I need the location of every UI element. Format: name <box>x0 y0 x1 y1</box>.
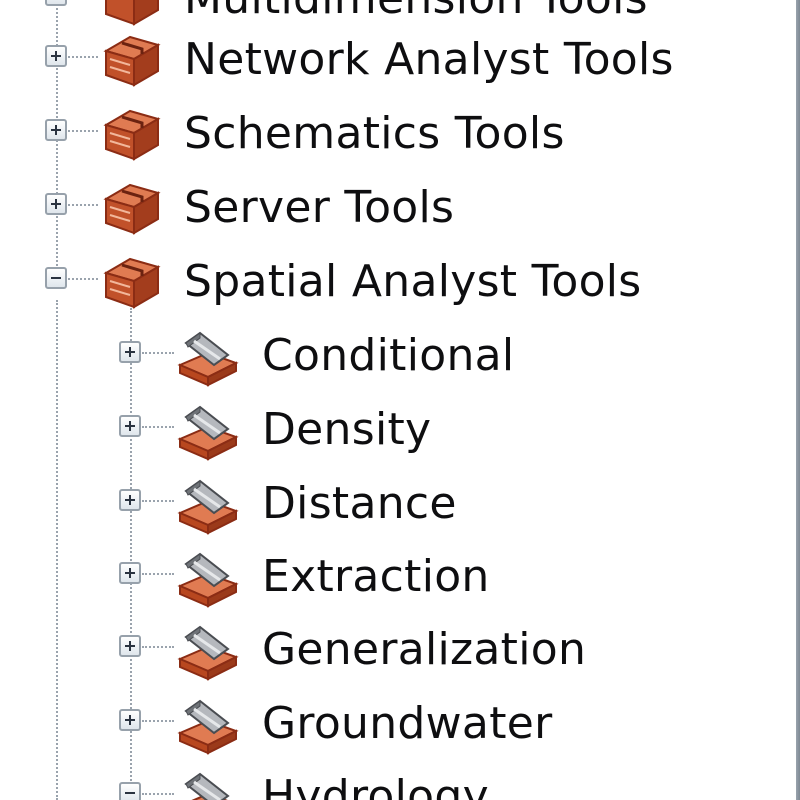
tree-node-label: Generalization <box>262 624 587 675</box>
tree-connector-line <box>68 56 98 58</box>
tree-node-generalization[interactable]: Generalization <box>0 613 794 687</box>
toolset-icon <box>177 331 239 387</box>
tree-connector-line <box>142 646 174 648</box>
tree-node-schematics-tools[interactable]: Schematics Tools <box>0 97 794 171</box>
tree-node-conditional[interactable]: Conditional <box>0 319 794 393</box>
expand-plus-icon[interactable] <box>45 119 67 141</box>
toolbox-tree: Multidimension Tools Network Analyst Too… <box>0 0 800 800</box>
toolset-icon <box>177 552 239 608</box>
toolbox-icon <box>103 109 161 161</box>
expand-plus-icon[interactable] <box>119 709 141 731</box>
expand-plus-icon[interactable] <box>45 193 67 215</box>
expand-plus-icon[interactable] <box>45 0 67 6</box>
tree-connector-line <box>142 793 174 795</box>
toolbox-icon <box>103 257 161 309</box>
expand-plus-icon[interactable] <box>119 489 141 511</box>
toolset-icon <box>184 772 230 800</box>
expand-plus-icon[interactable] <box>119 562 141 584</box>
collapse-minus-icon[interactable] <box>119 782 141 800</box>
tree-node-distance[interactable]: Distance <box>0 467 794 541</box>
tree-node-spatial-analyst-tools[interactable]: Spatial Analyst Tools <box>0 245 794 319</box>
tree-node-label: Distance <box>262 478 457 529</box>
tree-connector-line <box>142 500 174 502</box>
toolset-icon <box>177 699 239 755</box>
toolset-icon <box>177 479 239 535</box>
expand-plus-icon[interactable] <box>45 45 67 67</box>
tree-node-label: Density <box>262 404 432 455</box>
tree-node-hydrology[interactable]: Hydrology <box>0 760 794 800</box>
tree-node-extraction[interactable]: Extraction <box>0 540 794 614</box>
tree-connector-line <box>142 352 174 354</box>
tree-node-groundwater[interactable]: Groundwater <box>0 687 794 761</box>
toolbox-icon <box>103 183 161 235</box>
toolset-icon <box>177 625 239 681</box>
toolbox-icon <box>103 35 161 87</box>
expand-plus-icon[interactable] <box>119 635 141 657</box>
tree-node-label: Schematics Tools <box>184 108 565 159</box>
tree-connector-line <box>142 720 174 722</box>
tree-node-label: Groundwater <box>262 698 553 749</box>
toolset-icon <box>177 405 239 461</box>
tree-connector-line <box>68 204 98 206</box>
tree-node-label: Network Analyst Tools <box>184 34 674 85</box>
tree-node-label: Conditional <box>262 330 515 381</box>
tree-node-label: Server Tools <box>184 182 455 233</box>
expand-plus-icon[interactable] <box>119 415 141 437</box>
expand-plus-icon[interactable] <box>119 341 141 363</box>
tree-node-label: Spatial Analyst Tools <box>184 256 642 307</box>
tree-node-label: Extraction <box>262 551 490 602</box>
tree-node-label: Hydrology <box>262 771 489 800</box>
tree-connector-line <box>142 573 174 575</box>
collapse-minus-icon[interactable] <box>45 267 67 289</box>
tree-node-network-analyst-tools[interactable]: Network Analyst Tools <box>0 23 794 97</box>
tree-frame-border <box>796 0 800 800</box>
tree-connector-line <box>142 426 174 428</box>
tree-node-server-tools[interactable]: Server Tools <box>0 171 794 245</box>
tree-connector-line <box>68 130 98 132</box>
tree-connector-line <box>68 278 98 280</box>
tree-node-density[interactable]: Density <box>0 393 794 467</box>
